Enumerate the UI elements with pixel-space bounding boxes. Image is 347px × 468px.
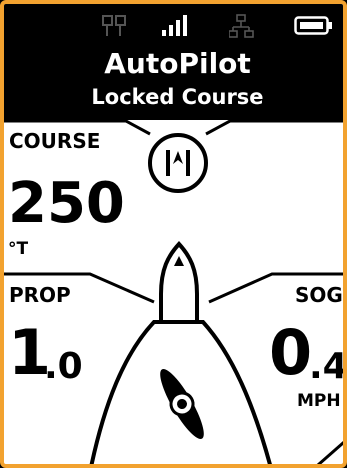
bottom-right-line xyxy=(316,441,343,464)
sog-unit: MPH xyxy=(297,391,341,411)
autopilot-graphic xyxy=(4,119,343,464)
device-screen: AutoPilot Locked Course COURSE 250 °T PR… xyxy=(0,0,347,468)
course-value: 250 xyxy=(8,171,125,236)
lock-course-icon[interactable] xyxy=(147,132,209,194)
prop-value-dec: .0 xyxy=(44,346,83,387)
course-label: COURSE xyxy=(9,129,101,153)
sog-label: SOG xyxy=(295,283,343,307)
boat-icon xyxy=(159,241,199,324)
course-unit: °T xyxy=(8,239,29,259)
sog-value-dec: .4 xyxy=(309,346,347,387)
sog-value-int: 0 xyxy=(269,316,313,389)
prop-label: PROP xyxy=(9,283,71,307)
